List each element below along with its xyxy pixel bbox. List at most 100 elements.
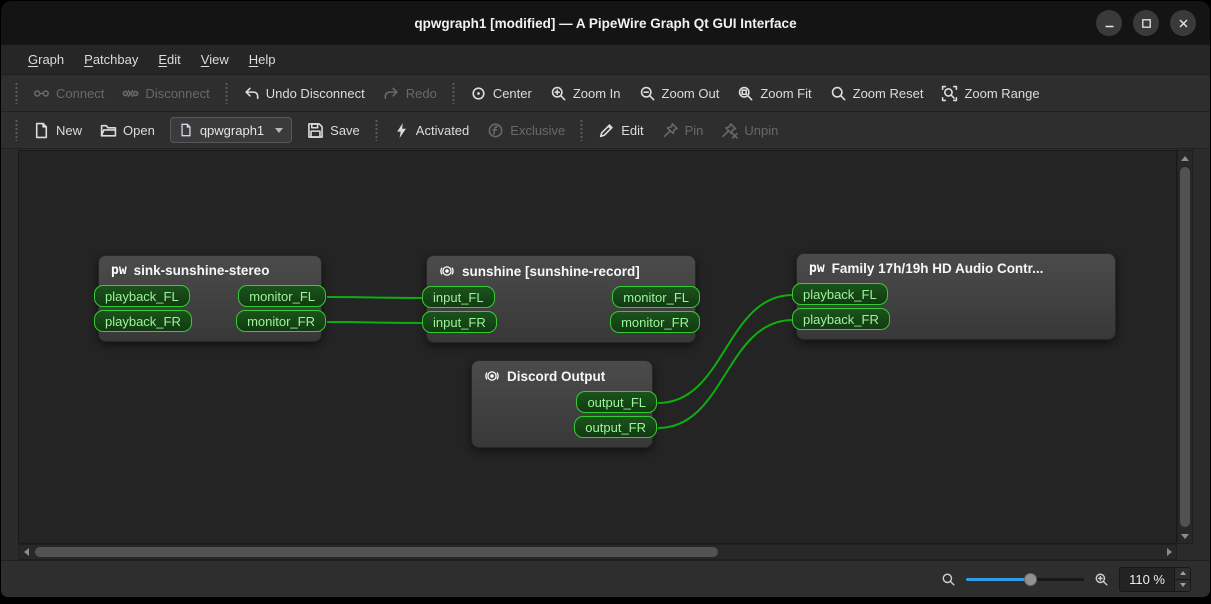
zoom-range-button[interactable]: Zoom Range bbox=[932, 80, 1048, 107]
scroll-down-arrow[interactable] bbox=[1178, 529, 1192, 543]
zoom-fit-button[interactable]: Zoom Fit bbox=[728, 80, 820, 107]
redo-button[interactable]: Redo bbox=[374, 80, 446, 107]
activated-label: Activated bbox=[415, 122, 470, 138]
graph-canvas[interactable]: pw sink-sunshine-stereo playback_FL play… bbox=[18, 150, 1177, 544]
zoom-spin-up[interactable] bbox=[1175, 567, 1190, 579]
toolbar-drag-handle[interactable] bbox=[14, 119, 19, 141]
port-monitor-fl[interactable]: monitor_FL bbox=[238, 285, 326, 307]
port-playback-fl[interactable]: playback_FL bbox=[792, 283, 888, 305]
exclusive-icon bbox=[488, 123, 503, 137]
record-stream-icon bbox=[485, 371, 499, 381]
port-monitor-fl[interactable]: monitor_FL bbox=[612, 286, 700, 308]
horizontal-scroll-thumb[interactable] bbox=[35, 547, 718, 557]
port-output-fl[interactable]: output_FL bbox=[576, 391, 657, 413]
node-title: Family 17h/19h HD Audio Contr... bbox=[831, 261, 1044, 276]
vertical-scrollbar[interactable] bbox=[1177, 150, 1193, 544]
horizontal-scrollbar[interactable] bbox=[18, 544, 1177, 560]
node-sink-sunshine-stereo[interactable]: pw sink-sunshine-stereo playback_FL play… bbox=[94, 255, 326, 342]
menubar: Graph Patchbay Edit View Help bbox=[1, 45, 1210, 75]
maximize-icon bbox=[1141, 18, 1151, 28]
zoom-fit-icon bbox=[739, 86, 753, 100]
scroll-up-arrow[interactable] bbox=[1178, 151, 1192, 165]
zoom-fit-label: Zoom Fit bbox=[760, 85, 812, 101]
undo-disconnect-button[interactable]: Undo Disconnect bbox=[234, 80, 374, 107]
zoom-out-label: Zoom Out bbox=[661, 85, 720, 101]
open-folder-icon bbox=[100, 124, 117, 137]
toolbar-drag-handle[interactable] bbox=[223, 82, 229, 104]
unpin-button[interactable]: Unpin bbox=[712, 117, 787, 144]
minimize-button[interactable] bbox=[1096, 10, 1122, 36]
patchbay-profile-value: qpwgraph1 bbox=[199, 122, 265, 138]
menu-patchbay-mnemonic: P bbox=[84, 52, 93, 67]
activated-toggle[interactable]: Activated bbox=[384, 117, 478, 144]
node-discord-output[interactable]: Discord Output output_FL output_FR bbox=[471, 360, 657, 448]
zoom-out-button[interactable]: Zoom Out bbox=[630, 80, 729, 107]
pipewire-icon: pw bbox=[111, 263, 127, 278]
pin-icon bbox=[663, 122, 678, 137]
undo-disconnect-label: Undo Disconnect bbox=[265, 85, 365, 101]
redo-label: Redo bbox=[405, 85, 437, 101]
scroll-right-arrow[interactable] bbox=[1162, 545, 1176, 559]
zoom-in-icon bbox=[1095, 573, 1108, 586]
zoom-range-icon bbox=[942, 85, 958, 101]
toolbar-drag-handle[interactable] bbox=[373, 119, 379, 141]
toolbar-drag-handle[interactable] bbox=[14, 82, 19, 104]
exclusive-toggle[interactable]: Exclusive bbox=[478, 117, 574, 144]
record-stream-icon bbox=[440, 266, 454, 276]
patchbay-toolbar: New Open qpwgraph1 Save Activated Exclus… bbox=[1, 112, 1210, 149]
toolbar-drag-handle[interactable] bbox=[579, 119, 585, 141]
center-button[interactable]: Center bbox=[461, 80, 541, 107]
port-input-fr[interactable]: input_FR bbox=[422, 311, 497, 333]
port-playback-fr[interactable]: playback_FR bbox=[792, 308, 890, 330]
node-family-hd-audio[interactable]: pw Family 17h/19h HD Audio Contr... play… bbox=[792, 253, 1116, 340]
close-button[interactable] bbox=[1170, 10, 1196, 36]
port-input-fl[interactable]: input_FL bbox=[422, 286, 495, 308]
port-playback-fl[interactable]: playback_FL bbox=[94, 285, 190, 307]
open-label: Open bbox=[123, 122, 155, 138]
save-button[interactable]: Save bbox=[298, 117, 369, 144]
scroll-left-arrow[interactable] bbox=[19, 545, 33, 559]
menu-patchbay[interactable]: Patchbay bbox=[74, 48, 148, 71]
zoom-slider-handle[interactable] bbox=[1023, 573, 1037, 586]
node-sunshine-record[interactable]: sunshine [sunshine-record] input_FL inpu… bbox=[422, 255, 700, 343]
edit-button[interactable]: Edit bbox=[589, 117, 652, 144]
chevron-down-icon bbox=[275, 127, 284, 133]
maximize-button[interactable] bbox=[1133, 10, 1159, 36]
node-header: Discord Output bbox=[472, 361, 652, 388]
vertical-scroll-thumb[interactable] bbox=[1180, 167, 1190, 527]
pin-button[interactable]: Pin bbox=[653, 117, 713, 144]
connect-button[interactable]: Connect bbox=[24, 80, 113, 107]
port-output-fr[interactable]: output_FR bbox=[574, 416, 657, 438]
new-button[interactable]: New bbox=[24, 117, 91, 144]
node-title: Discord Output bbox=[507, 368, 606, 384]
menu-graph[interactable]: Graph bbox=[18, 48, 74, 71]
save-label: Save bbox=[330, 122, 360, 138]
zoom-value[interactable]: 110 % bbox=[1120, 568, 1174, 591]
patchbay-profile-select[interactable]: qpwgraph1 bbox=[169, 117, 293, 143]
menu-view[interactable]: View bbox=[191, 48, 239, 71]
node-title: sunshine [sunshine-record] bbox=[462, 263, 640, 279]
redo-icon bbox=[384, 87, 398, 99]
app-window: qpwgraph1 [modified] — A PipeWire Graph … bbox=[0, 0, 1211, 598]
zoom-in-button[interactable]: Zoom In bbox=[541, 80, 630, 107]
pencil-icon bbox=[600, 123, 613, 137]
graph-view: pw sink-sunshine-stereo playback_FL play… bbox=[18, 150, 1193, 560]
port-playback-fr[interactable]: playback_FR bbox=[94, 310, 192, 332]
zoom-spin-down[interactable] bbox=[1175, 578, 1190, 591]
graph-toolbar: Connect Disconnect Undo Disconnect Redo … bbox=[1, 75, 1210, 112]
node-header: pw Family 17h/19h HD Audio Contr... bbox=[797, 254, 1115, 280]
port-monitor-fr[interactable]: monitor_FR bbox=[610, 311, 700, 333]
zoom-spinbox[interactable]: 110 % bbox=[1119, 566, 1191, 592]
center-icon bbox=[472, 86, 485, 100]
pipewire-icon: pw bbox=[809, 261, 825, 276]
menu-help[interactable]: Help bbox=[239, 48, 286, 71]
open-button[interactable]: Open bbox=[91, 117, 164, 144]
toolbar-drag-handle[interactable] bbox=[450, 82, 456, 104]
port-monitor-fr[interactable]: monitor_FR bbox=[236, 310, 326, 332]
menu-edit[interactable]: Edit bbox=[148, 48, 190, 71]
connect-label: Connect bbox=[56, 85, 105, 101]
disconnect-button[interactable]: Disconnect bbox=[113, 80, 218, 107]
zoom-reset-button[interactable]: Zoom Reset bbox=[821, 80, 933, 107]
center-label: Center bbox=[492, 85, 532, 101]
zoom-slider[interactable] bbox=[966, 571, 1085, 587]
